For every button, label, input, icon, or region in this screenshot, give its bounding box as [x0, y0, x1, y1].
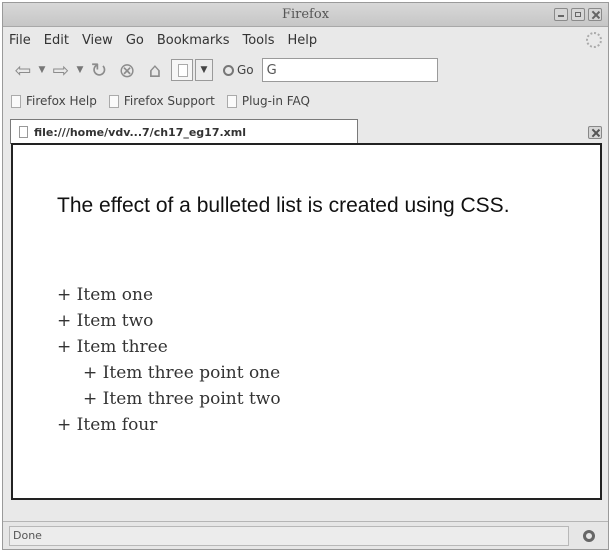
status-text: Done — [9, 525, 569, 546]
close-tab-icon[interactable] — [588, 126, 602, 139]
forward-dropdown-icon[interactable]: ▼ — [75, 65, 85, 75]
tab-active[interactable]: file:///home/vdv...7/ch17_eg17.xml — [10, 119, 358, 144]
menu-help[interactable]: Help — [288, 33, 318, 48]
list-item-nested: + Item three point two — [83, 389, 281, 409]
title-bar: Firefox — [3, 3, 608, 27]
menu-file[interactable]: File — [9, 33, 31, 48]
list-item: + Item two — [57, 311, 154, 331]
menu-edit[interactable]: Edit — [44, 33, 69, 48]
list-item-nested: + Item three point one — [83, 363, 281, 383]
url-dropdown-icon[interactable]: ▼ — [195, 59, 213, 81]
navigation-toolbar: ⇦ ▼ ⇨ ▼ ↻ ⊗ ⌂ ▼ Go G — [3, 53, 608, 87]
page-content: The effect of a bulleted list is created… — [11, 143, 602, 500]
bulleted-list: + Item one + Item two + Item three + Ite… — [57, 282, 281, 438]
page-icon — [19, 126, 28, 138]
list-item: + Item three — [57, 337, 168, 357]
page-icon — [11, 94, 21, 108]
list-item: + Item four — [57, 415, 158, 435]
minimize-icon[interactable] — [554, 8, 568, 21]
back-dropdown-icon[interactable]: ▼ — [37, 65, 47, 75]
bookmark-label: Firefox Help — [26, 94, 97, 108]
url-bar[interactable] — [171, 59, 193, 81]
bookmark-firefox-help[interactable]: Firefox Help — [11, 94, 97, 108]
page-icon — [226, 94, 237, 108]
window-controls — [554, 8, 602, 21]
go-icon — [223, 64, 234, 76]
menu-tools[interactable]: Tools — [242, 33, 274, 48]
menu-bookmarks[interactable]: Bookmarks — [157, 33, 230, 48]
tab-bar: file:///home/vdv...7/ch17_eg17.xml — [3, 114, 608, 144]
home-icon[interactable]: ⌂ — [141, 58, 169, 82]
search-input[interactable]: G — [261, 58, 438, 82]
menu-view[interactable]: View — [82, 33, 113, 48]
go-label: Go — [237, 63, 254, 77]
bookmark-firefox-support[interactable]: Firefox Support — [108, 94, 215, 108]
bookmark-label: Firefox Support — [123, 94, 215, 108]
page-icon — [108, 94, 119, 108]
bookmark-plugin-faq[interactable]: Plug-in FAQ — [226, 94, 310, 108]
stop-icon[interactable]: ⊗ — [113, 58, 141, 82]
status-bar: Done — [3, 521, 608, 549]
status-icon — [583, 529, 595, 542]
browser-window: Firefox File Edit View Go Bookmarks Tool… — [2, 2, 609, 550]
tab-label: file:///home/vdv...7/ch17_eg17.xml — [34, 125, 246, 139]
window-title: Firefox — [281, 7, 330, 22]
close-icon[interactable] — [588, 8, 602, 21]
page-heading: The effect of a bulleted list is created… — [57, 194, 510, 217]
go-button[interactable]: Go — [223, 63, 254, 77]
menu-bar: File Edit View Go Bookmarks Tools Help — [3, 28, 608, 52]
bookmarks-toolbar: Firefox Help Firefox Support Plug-in FAQ — [3, 89, 608, 113]
reload-icon[interactable]: ↻ — [85, 58, 113, 82]
back-arrow-icon[interactable]: ⇦ — [9, 58, 37, 82]
bookmark-label: Plug-in FAQ — [241, 94, 310, 108]
menu-go[interactable]: Go — [126, 33, 144, 48]
list-item: + Item one — [57, 285, 154, 305]
forward-arrow-icon[interactable]: ⇨ — [47, 58, 75, 82]
throbber-icon — [586, 32, 602, 48]
maximize-icon[interactable] — [571, 8, 585, 21]
